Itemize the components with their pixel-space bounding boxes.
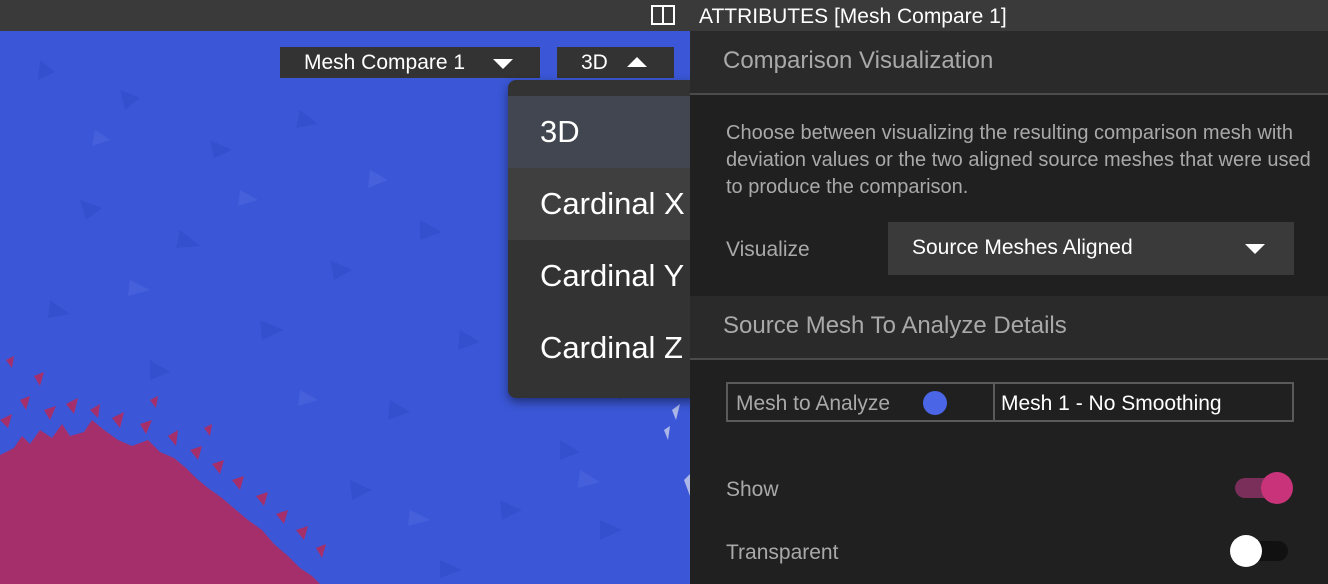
mesh-edge-fragments xyxy=(664,404,690,496)
view-mode-select[interactable]: 3D xyxy=(557,47,674,78)
view-option-cardinal-x[interactable]: Cardinal X xyxy=(508,168,690,240)
show-label: Show xyxy=(726,478,779,501)
visualize-select-value: Source Meshes Aligned xyxy=(912,236,1133,259)
visualize-select[interactable]: Source Meshes Aligned xyxy=(888,222,1294,275)
mesh-to-analyze-value[interactable]: Mesh 1 - No Smoothing xyxy=(1001,392,1222,416)
view-option-3d[interactable]: 3D xyxy=(508,96,690,168)
mesh-compare-select-value: Mesh Compare 1 xyxy=(304,51,466,74)
transparent-label: Transparent xyxy=(726,541,839,564)
section-title: Source Mesh To Analyze Details xyxy=(723,312,1067,339)
comparison-visualization-header[interactable]: Comparison Visualization xyxy=(690,31,1328,95)
toggle-knob xyxy=(1230,535,1262,567)
panel-title: ATTRIBUTES [Mesh Compare 1] xyxy=(690,0,1328,31)
source-mesh-details-header[interactable]: Source Mesh To Analyze Details xyxy=(690,296,1328,360)
3d-viewport[interactable]: Mesh Compare 1 3D 3D Cardinal X Cardinal… xyxy=(0,0,690,584)
viewport-toolbar xyxy=(0,0,690,31)
attributes-panel: ATTRIBUTES [Mesh Compare 1] Comparison V… xyxy=(690,0,1328,584)
view-option-cardinal-z[interactable]: Cardinal Z xyxy=(508,312,690,384)
visualize-label: Visualize xyxy=(726,238,810,261)
mesh-compare-select[interactable]: Mesh Compare 1 xyxy=(280,47,540,78)
second-mesh-region xyxy=(0,420,320,584)
section-title: Comparison Visualization xyxy=(723,47,994,74)
mesh-color-swatch[interactable] xyxy=(923,391,947,415)
caret-up-icon xyxy=(627,57,647,67)
split-view-icon[interactable] xyxy=(651,5,675,25)
view-mode-select-value: 3D xyxy=(581,51,608,74)
mesh-to-analyze-label: Mesh to Analyze xyxy=(736,392,891,415)
show-toggle[interactable] xyxy=(1235,471,1295,505)
caret-down-icon xyxy=(493,59,513,69)
mesh-to-analyze-row: Mesh to Analyze Mesh 1 - No Smoothing xyxy=(726,382,1294,422)
comparison-description: Choose between visualizing the resulting… xyxy=(726,122,1311,198)
mesh-to-analyze-label-cell: Mesh to Analyze xyxy=(728,384,995,420)
caret-down-icon xyxy=(1245,244,1265,254)
transparent-toggle[interactable] xyxy=(1230,534,1290,568)
view-mode-menu: 3D Cardinal X Cardinal Y Cardinal Z xyxy=(508,80,690,398)
toggle-knob xyxy=(1261,472,1293,504)
view-option-cardinal-y[interactable]: Cardinal Y xyxy=(508,240,690,312)
